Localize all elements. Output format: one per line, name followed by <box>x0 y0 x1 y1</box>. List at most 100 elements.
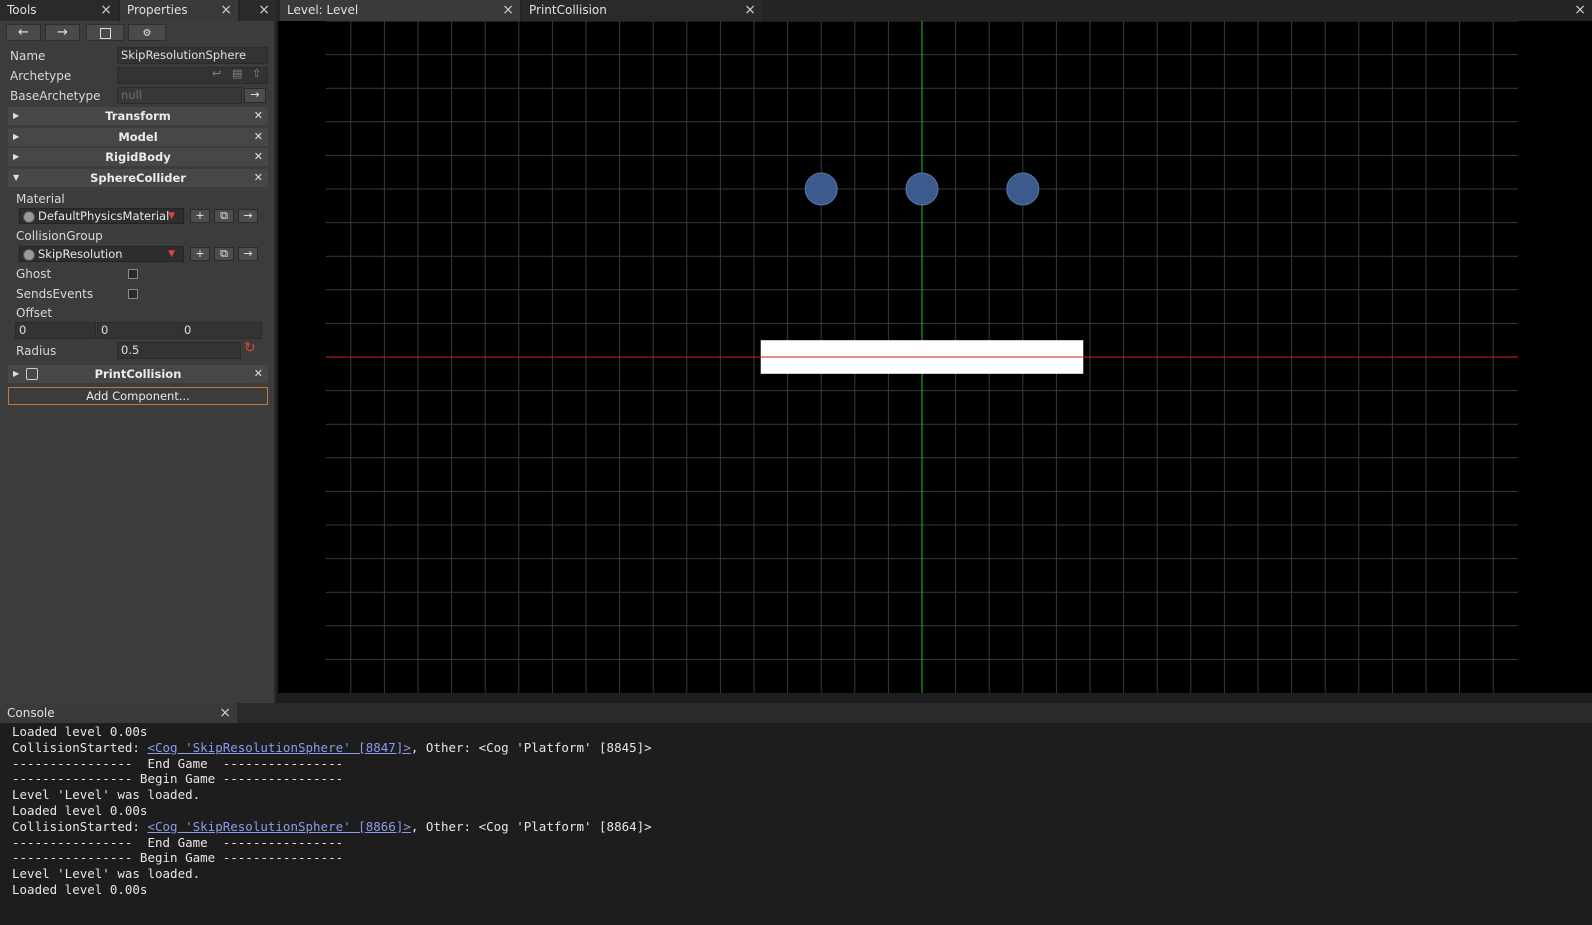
script-icon <box>26 368 38 380</box>
offset-x-field[interactable]: 0 <box>15 322 96 339</box>
reset-icon[interactable]: ↻ <box>244 340 256 356</box>
material-value: DefaultPhysicsMaterial <box>38 209 170 223</box>
material-dropdown[interactable]: DefaultPhysicsMaterial ▼ <box>19 208 184 224</box>
level-viewport[interactable] <box>278 21 1592 693</box>
section-model[interactable]: ▶ Model ✕ <box>8 128 268 146</box>
remove-icon[interactable]: ✕ <box>254 128 263 146</box>
section-rigidbody[interactable]: ▶ RigidBody ✕ <box>8 148 268 166</box>
sphere[interactable] <box>905 172 939 206</box>
console-line: Loaded level 0.00s <box>12 724 148 739</box>
forward-button[interactable]: → <box>45 24 80 41</box>
section-transform[interactable]: ▶ Transform ✕ <box>8 107 268 125</box>
remove-icon[interactable]: ✕ <box>254 148 263 166</box>
collision-group-dropdown[interactable]: SkipResolution ▼ <box>19 246 184 262</box>
console-line: CollisionStarted: <Cog 'SkipResolutionSp… <box>12 740 652 755</box>
offset-label: Offset <box>16 306 53 320</box>
arrow-right-icon: → <box>243 209 253 222</box>
console-line: ---------------- End Game --------------… <box>12 755 344 771</box>
remove-icon[interactable]: ✕ <box>254 107 263 125</box>
go-collision-group-button[interactable]: → <box>238 247 258 261</box>
tab-properties-label: Properties <box>127 3 188 17</box>
close-icon[interactable]: × <box>258 0 270 21</box>
collapsed-arrow-icon[interactable]: ▶ <box>13 107 19 125</box>
close-icon[interactable]: × <box>219 703 231 723</box>
copy-material-button[interactable]: ⧉ <box>214 209 234 223</box>
collapsed-arrow-icon[interactable]: ▶ <box>13 128 19 146</box>
revert-icon[interactable]: ↩ <box>212 67 221 80</box>
copy-collision-group-button[interactable]: ⧉ <box>214 247 234 261</box>
console-output: Loaded level 0.00s CollisionStarted: <Cog… <box>0 723 1592 911</box>
arrow-right-icon: → <box>243 247 253 260</box>
dropdown-arrow-icon[interactable]: ▼ <box>168 247 175 261</box>
upload-arrow-icon[interactable]: ⇧ <box>252 67 261 80</box>
dropdown-arrow-icon[interactable]: ▼ <box>168 209 175 223</box>
offset-y-field[interactable]: 0 <box>97 322 179 339</box>
section-model-title: Model <box>118 130 158 144</box>
back-button[interactable]: ← <box>6 24 41 41</box>
tab-empty[interactable]: × <box>240 0 276 21</box>
go-button[interactable]: → <box>244 88 266 103</box>
top-tab-bar <box>0 0 1592 21</box>
arrow-right-icon: → <box>250 88 260 101</box>
go-material-button[interactable]: → <box>238 209 258 223</box>
archetype-field[interactable] <box>117 67 268 84</box>
tab-tools[interactable]: Tools × <box>0 0 118 21</box>
filter-button[interactable]: ⚙ <box>128 24 166 41</box>
console-line: ---------------- Begin Game ------------… <box>12 771 344 787</box>
base-archetype-field: null <box>117 87 242 104</box>
section-print-collision-title: PrintCollision <box>94 367 182 381</box>
close-icon[interactable]: × <box>744 0 756 21</box>
collision-group-value: SkipResolution <box>38 247 123 261</box>
sphere[interactable] <box>804 172 838 206</box>
filter-icon: ⚙ <box>142 28 152 39</box>
collapsed-arrow-icon[interactable]: ▶ <box>13 148 19 166</box>
material-label: Material <box>16 192 65 206</box>
console-tab-bar <box>0 703 1592 723</box>
sends-events-label: SendsEvents <box>16 287 94 301</box>
expanded-arrow-icon[interactable]: ▼ <box>13 169 19 187</box>
tab-console-label: Console <box>7 706 55 720</box>
tab-tools-label: Tools <box>7 3 37 17</box>
section-transform-title: Transform <box>105 109 171 123</box>
console-line: Loaded level 0.00s <box>12 882 148 897</box>
add-collision-group-button[interactable]: + <box>190 247 210 261</box>
tab-print-collision[interactable]: PrintCollision × <box>522 0 762 21</box>
console-line: Loaded level 0.00s <box>12 803 148 818</box>
archetype-label: Archetype <box>10 69 72 83</box>
name-field[interactable]: SkipResolutionSphere <box>117 47 268 64</box>
close-icon[interactable]: × <box>502 0 514 21</box>
tab-print-collision-label: PrintCollision <box>529 3 607 17</box>
console-text: , Other: <Cog 'Platform' [8864]> <box>410 818 652 834</box>
base-archetype-label: BaseArchetype <box>10 89 101 103</box>
viewport-scene[interactable] <box>278 21 1592 693</box>
cog-link[interactable]: <Cog 'SkipResolutionSphere' [8847]> <box>147 740 410 755</box>
select-button[interactable] <box>86 24 124 41</box>
add-material-button[interactable]: + <box>190 209 210 223</box>
console-panel: Console × Loaded level 0.00s CollisionSta… <box>0 703 1592 925</box>
remove-icon[interactable]: ✕ <box>254 169 263 187</box>
radius-label: Radius <box>16 344 57 358</box>
console-text: , Other: <Cog 'Platform' [8845]> <box>410 739 652 755</box>
remove-icon[interactable]: ✕ <box>254 365 263 383</box>
tab-properties[interactable]: Properties × <box>120 0 238 21</box>
add-component-button[interactable]: Add Component... <box>8 387 268 405</box>
section-print-collision[interactable]: ▶ PrintCollision ✕ <box>8 365 268 383</box>
radius-field[interactable]: 0.5 <box>117 342 241 359</box>
window-close-icon[interactable]: × <box>1574 2 1586 18</box>
sends-events-checkbox[interactable] <box>128 289 138 299</box>
cog-link[interactable]: <Cog 'SkipResolutionSphere' [8866]> <box>147 819 410 834</box>
section-sphere-collider[interactable]: ▼ SphereCollider ✕ <box>8 169 268 187</box>
resource-icon <box>23 211 35 223</box>
sphere[interactable] <box>1006 172 1040 206</box>
upload-icon[interactable]: ▤ <box>232 67 242 80</box>
close-icon[interactable]: × <box>220 0 232 21</box>
ghost-checkbox[interactable] <box>128 269 138 279</box>
section-sphere-collider-title: SphereCollider <box>90 171 186 185</box>
offset-z-field[interactable]: 0 <box>180 322 262 339</box>
close-icon[interactable]: × <box>100 0 112 21</box>
resource-icon <box>23 249 35 261</box>
collapsed-arrow-icon[interactable]: ▶ <box>13 365 19 383</box>
tab-level[interactable]: Level: Level × <box>280 0 520 21</box>
collision-group-label: CollisionGroup <box>16 229 103 243</box>
tab-console[interactable]: Console × <box>0 703 237 723</box>
